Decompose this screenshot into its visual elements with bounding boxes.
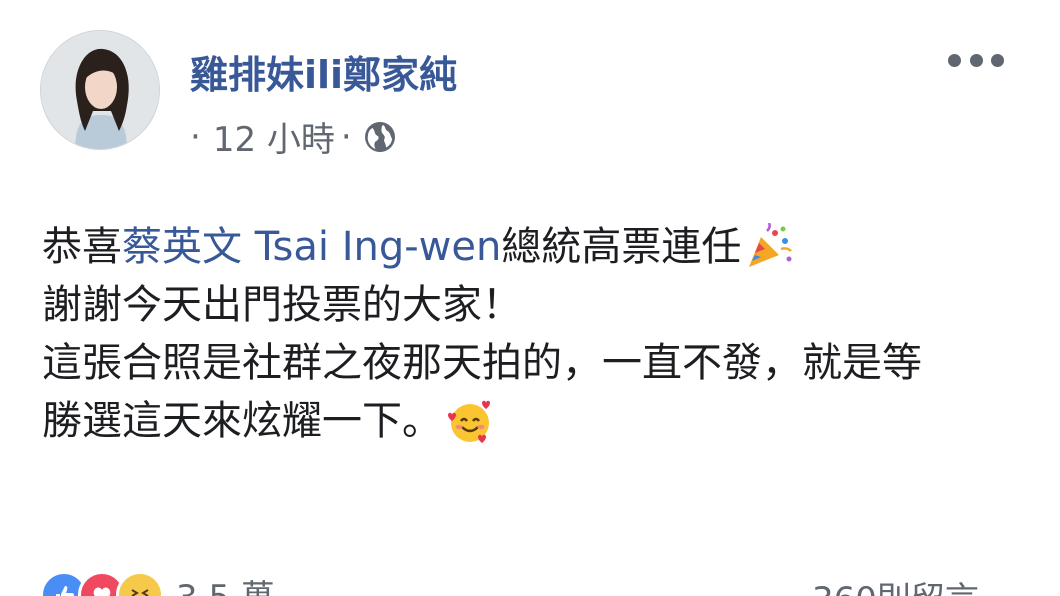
smiling-face-with-hearts-icon — [448, 400, 490, 443]
post-text: 謝謝今天出門投票的大家！ — [42, 282, 522, 328]
post-text: 恭喜 — [42, 224, 122, 270]
post-text: 這張合照是社群之夜那天拍的，一直不發，就是等 — [42, 340, 922, 386]
post-timestamp[interactable]: 12 小時 — [213, 112, 335, 161]
more-dot — [948, 53, 961, 67]
reactions-summary[interactable]: 3.5 萬 — [40, 570, 275, 596]
reaction-count: 3.5 萬 — [176, 570, 275, 596]
avatar[interactable] — [40, 30, 160, 150]
comment-count-link[interactable]: 360則留言 — [812, 572, 979, 596]
post-line-2: 謝謝今天出門投票的大家！ — [42, 276, 922, 334]
post-meta: · 12 小時 · — [190, 112, 398, 161]
post-line-4: 勝選這天來炫耀一下。 — [42, 392, 922, 450]
party-popper-icon — [749, 223, 793, 267]
more-dot — [991, 53, 1004, 67]
author-name[interactable]: 雞排妹ili鄭家純 — [190, 44, 457, 99]
facebook-post: 雞排妹ili鄭家純 · 12 小時 · 恭喜 蔡英文 Tsai Ing-wen … — [0, 0, 1060, 596]
haha-icon — [116, 570, 164, 596]
post-line-3: 這張合照是社群之夜那天拍的，一直不發，就是等 — [42, 334, 922, 392]
mention-link[interactable]: 蔡英文 Tsai Ing-wen — [122, 218, 501, 276]
separator-dot: · — [190, 116, 201, 157]
separator-dot: · — [340, 116, 352, 157]
globe-icon[interactable] — [362, 119, 398, 155]
post-text: 總統高票連任 — [501, 224, 742, 270]
post-body: 恭喜 蔡英文 Tsai Ing-wen 總統高票連任 謝謝今天出門投票的大家！ … — [42, 218, 922, 450]
more-options-icon[interactable] — [948, 46, 1004, 74]
post-text: 勝選這天來炫耀一下。 — [42, 398, 442, 444]
profile-photo — [41, 31, 159, 149]
post-line-1: 恭喜 蔡英文 Tsai Ing-wen 總統高票連任 — [42, 218, 922, 276]
more-dot — [969, 53, 983, 67]
